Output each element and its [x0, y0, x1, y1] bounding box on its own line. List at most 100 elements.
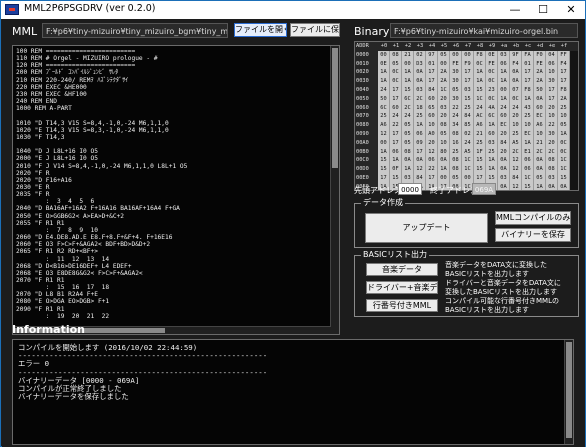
hex-cell[interactable]: 25 — [510, 129, 522, 139]
hex-cell[interactable]: 84 — [498, 138, 510, 148]
hex-cell[interactable]: 20 — [426, 138, 438, 148]
hex-cell[interactable]: 12 — [426, 147, 438, 157]
hex-cell[interactable]: 02 — [462, 129, 474, 139]
hex-cell[interactable]: 17 — [462, 68, 474, 78]
hex-cell[interactable]: 0C — [558, 147, 570, 157]
hex-cell[interactable]: 50 — [378, 94, 390, 104]
hex-cell[interactable]: 20 — [546, 103, 558, 113]
hex-cell[interactable]: EC — [534, 112, 546, 122]
hex-cell[interactable]: 1A — [486, 121, 498, 130]
hex-cell[interactable]: 16 — [450, 138, 462, 148]
hex-cell[interactable]: A6 — [378, 121, 390, 130]
hex-cell[interactable]: 06 — [390, 147, 402, 157]
hex-cell[interactable]: 6C — [378, 103, 390, 113]
hex-cell[interactable]: 24 — [462, 138, 474, 148]
hex-cell[interactable]: 0A — [558, 182, 570, 190]
hex-address[interactable]: 0090 — [355, 129, 378, 139]
hex-address[interactable]: 0030 — [355, 77, 378, 86]
hex-address[interactable]: 0070 — [355, 112, 378, 122]
hex-cell[interactable]: EC — [522, 129, 534, 139]
hex-cell[interactable]: 24 — [402, 112, 414, 122]
hex-cell[interactable]: A6 — [534, 121, 546, 130]
hex-cell[interactable]: 03 — [546, 173, 558, 183]
music-data-button[interactable]: 音楽データ — [366, 263, 438, 276]
save-binary-button[interactable]: バイナリーを保存 — [495, 228, 571, 242]
hex-cell[interactable]: 2A — [534, 68, 546, 78]
hex-cell[interactable]: 1F — [474, 147, 486, 157]
binary-file-path[interactable]: F:¥p6¥tiny-mizuiro¥kai¥mizuiro-orgel.bin — [390, 23, 578, 38]
hex-cell[interactable]: 25 — [450, 147, 462, 157]
hex-cell[interactable]: 03 — [486, 138, 498, 148]
binary-hex-grid[interactable]: ADDR +0 +1 +2 +3 +4 +5 +6 +7 +8 +9 +a +b +c +d +e +f 0000… — [354, 41, 579, 191]
hex-cell[interactable]: 0A — [438, 156, 450, 166]
hex-address[interactable]: 00D0 — [355, 165, 378, 174]
hex-cell[interactable]: 9F — [510, 50, 522, 60]
hex-cell[interactable]: 0C — [510, 94, 522, 104]
hex-cell[interactable]: 08 — [438, 121, 450, 130]
hex-cell[interactable]: 0A — [402, 156, 414, 166]
hex-cell[interactable]: 0A — [510, 68, 522, 78]
save-file-button[interactable]: ファイルに保存 — [290, 23, 340, 37]
hex-cell[interactable]: 05 — [558, 121, 570, 130]
hex-cell[interactable]: 0A — [534, 94, 546, 104]
hex-cell[interactable]: 1C — [438, 85, 450, 95]
hex-cell[interactable]: 17 — [390, 129, 402, 139]
hex-cell[interactable]: 06 — [522, 165, 534, 174]
hex-cell[interactable]: 09 — [414, 138, 426, 148]
hex-cell[interactable]: 85 — [462, 121, 474, 130]
hex-address[interactable]: 0060 — [355, 103, 378, 113]
hex-cell[interactable]: 0A — [414, 77, 426, 86]
hex-cell[interactable]: 30 — [546, 129, 558, 139]
hex-cell[interactable]: 06 — [498, 59, 510, 69]
hex-cell[interactable]: 1C — [558, 156, 570, 166]
hex-cell[interactable]: 1C — [462, 156, 474, 166]
hex-cell[interactable]: 00 — [498, 85, 510, 95]
hex-cell[interactable]: 1A — [378, 77, 390, 86]
hex-cell[interactable]: 17 — [426, 77, 438, 86]
hex-cell[interactable]: 12 — [378, 129, 390, 139]
hex-cell[interactable]: 84 — [462, 112, 474, 122]
hex-cell[interactable]: 2C — [402, 103, 414, 113]
hex-cell[interactable]: 24 — [498, 103, 510, 113]
hex-cell[interactable]: 10 — [522, 121, 534, 130]
hex-cell[interactable]: 25 — [378, 112, 390, 122]
hex-cell[interactable]: 2A — [438, 77, 450, 86]
hex-cell[interactable]: 05 — [450, 173, 462, 183]
hex-cell[interactable]: 50 — [534, 85, 546, 95]
hex-cell[interactable]: 15 — [474, 85, 486, 95]
minimize-button[interactable]: — — [501, 1, 529, 19]
hex-cell[interactable]: 17 — [426, 68, 438, 78]
hex-cell[interactable]: 0C — [390, 68, 402, 78]
hex-cell[interactable]: 00 — [462, 173, 474, 183]
hex-cell[interactable]: 0A — [534, 165, 546, 174]
hex-cell[interactable]: 05 — [402, 121, 414, 130]
hex-cell[interactable]: 1A — [534, 182, 546, 190]
mml-editor[interactable]: 100 REM ======================== 110 REM … — [12, 45, 340, 335]
hex-cell[interactable]: 03 — [498, 173, 510, 183]
hex-cell[interactable]: 1A — [378, 147, 390, 157]
hex-cell[interactable]: 0C — [390, 77, 402, 86]
information-vertical-scrollbar[interactable] — [564, 340, 573, 444]
start-address-input[interactable]: 0000 — [398, 183, 422, 195]
hex-cell[interactable]: 04 — [546, 50, 558, 60]
hex-address[interactable]: 0000 — [355, 50, 378, 60]
hex-cell[interactable]: 60 — [486, 129, 498, 139]
hex-cell[interactable]: 2A — [438, 68, 450, 78]
hex-cell[interactable]: 22 — [546, 121, 558, 130]
hex-cell[interactable]: F4 — [510, 59, 522, 69]
mml-file-path[interactable]: F:¥p6¥tiny-mizuiro¥tiny_mizuiro_bgm¥tiny… — [42, 23, 228, 38]
information-vertical-scroll-thumb[interactable] — [566, 342, 572, 438]
hex-address[interactable]: 00B0 — [355, 147, 378, 157]
hex-cell[interactable]: 05 — [438, 50, 450, 60]
hex-cell[interactable]: 05 — [438, 129, 450, 139]
hex-cell[interactable]: 60 — [390, 103, 402, 113]
hex-cell[interactable]: 20 — [438, 112, 450, 122]
hex-cell[interactable]: EC — [498, 121, 510, 130]
hex-cell[interactable]: 17 — [390, 85, 402, 95]
hex-cell[interactable]: 23 — [486, 85, 498, 95]
hex-cell[interactable]: 22 — [426, 165, 438, 174]
hex-cell[interactable]: 01 — [426, 59, 438, 69]
hex-cell[interactable]: 05 — [402, 138, 414, 148]
hex-cell[interactable]: 17 — [378, 173, 390, 183]
hex-cell[interactable]: 25 — [462, 103, 474, 113]
